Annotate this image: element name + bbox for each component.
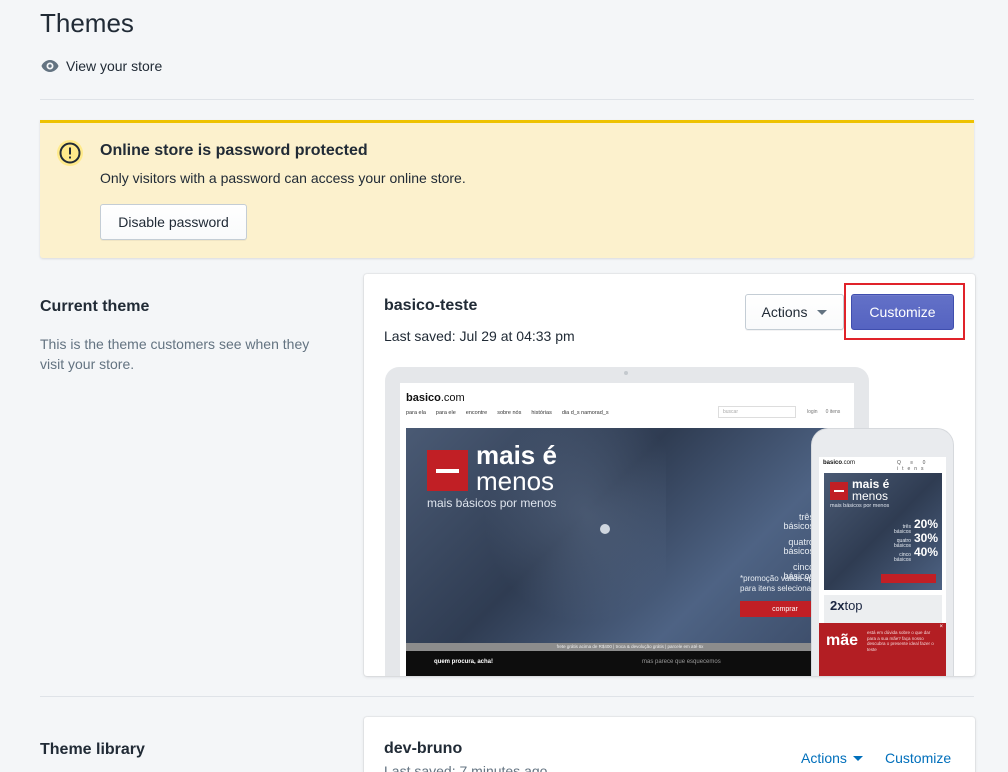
phone-hero: mais é menos mais básicos por menos três… [824, 473, 942, 590]
site-nav: para ela para ele encontre sobre nós his… [406, 410, 609, 416]
divider [40, 696, 974, 697]
library-theme-last-saved: Last saved: 7 minutes ago [384, 763, 548, 772]
phone-shop-button [881, 574, 936, 583]
site-meta: login 0 itens [807, 409, 841, 415]
view-store-label: View your store [66, 58, 163, 74]
phone-promo-card: 2xtop [824, 595, 942, 625]
phone-frame: basico.com Q ≡ 0 itens mais é menos mais… [812, 429, 953, 676]
current-theme-card: basico-teste Last saved: Jul 29 at 04:33… [364, 274, 975, 676]
site-nav-item: encontre [465, 410, 488, 416]
theme-library-heading: Theme library [40, 741, 145, 758]
camera-dot [624, 371, 628, 375]
laptop-screen: basico.com para ela para ele encontre so… [400, 383, 854, 676]
site-nav-item: para ele [435, 410, 456, 416]
divider [40, 99, 974, 100]
shipping-bar: frete grátis acima de R$400 | troca & de… [406, 643, 854, 651]
phone-popup: mãe está em dúvida sobre o que dar para … [819, 623, 946, 676]
current-theme-description: This is the theme customers see when the… [40, 336, 310, 372]
phone-screen: basico.com Q ≡ 0 itens mais é menos mais… [819, 457, 946, 676]
minus-logo-icon [427, 450, 468, 491]
laptop-frame: basico.com para ela para ele encontre so… [385, 367, 869, 676]
library-customize-button[interactable]: Customize [885, 750, 951, 766]
minus-logo-icon [830, 482, 848, 500]
site-nav-item: histórias [531, 410, 552, 416]
phone-header-icons: Q ≡ 0 itens [897, 460, 930, 472]
site-nav-item: sobre nós [497, 410, 522, 416]
caret-down-icon [852, 755, 863, 761]
password-banner: Online store is password protected Only … [40, 120, 974, 258]
customize-button[interactable]: Customize [851, 294, 954, 330]
caret-down-icon [817, 309, 828, 315]
warning-icon [57, 140, 83, 166]
library-actions-button[interactable]: Actions [801, 750, 863, 766]
disable-password-button[interactable]: Disable password [100, 204, 247, 240]
hero-title-2: menos [476, 466, 555, 496]
library-theme-name: dev-bruno [384, 740, 463, 757]
banner-text: Only visitors with a password can access… [100, 170, 466, 186]
site-search: buscar [718, 406, 796, 418]
hero-banner: mais é menos mais básicos por menos três… [406, 428, 854, 643]
theme-preview[interactable]: basico.com para ela para ele encontre so… [385, 367, 955, 676]
site-nav-item: para ela [406, 410, 426, 416]
shirt-button [600, 524, 610, 534]
theme-last-saved: Last saved: Jul 29 at 04:33 pm [384, 328, 575, 344]
actions-button[interactable]: Actions [745, 294, 844, 330]
theme-name: basico-teste [384, 297, 478, 314]
actions-label: Actions [761, 304, 808, 320]
page-title: Themes [40, 8, 134, 38]
current-theme-heading: Current theme [40, 298, 150, 315]
phone-logo: basico.com [823, 460, 856, 466]
site-nav-item: dia d_s namorad_s [561, 410, 609, 416]
eye-icon [41, 60, 59, 72]
site-footer: quem procura, acha! mas parece que esque… [406, 651, 854, 676]
banner-title: Online store is password protected [100, 142, 368, 159]
hero-subtitle: mais básicos por menos [427, 496, 557, 510]
library-actions-label: Actions [801, 750, 847, 766]
view-store-link[interactable]: View your store [40, 56, 162, 76]
library-theme-card: dev-bruno Last saved: 7 minutes ago Acti… [364, 717, 975, 772]
close-icon: × [939, 624, 943, 630]
site-logo: basico.com [406, 392, 465, 404]
